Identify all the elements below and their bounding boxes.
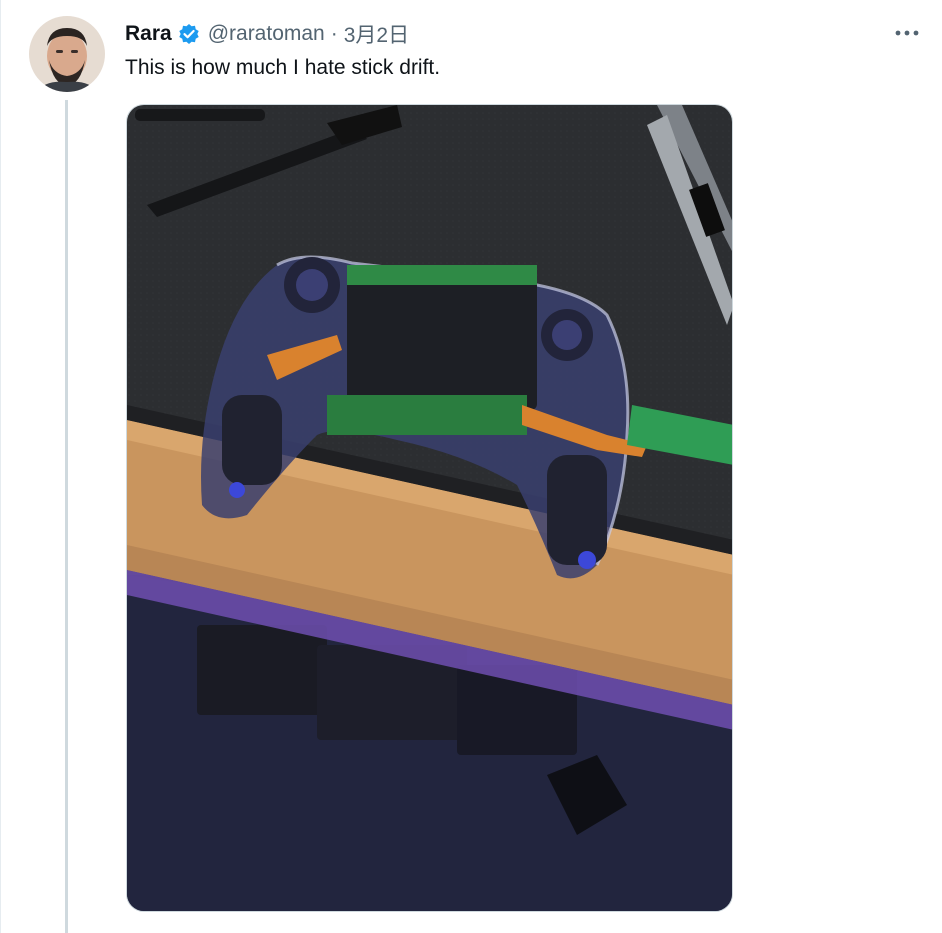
more-options-icon[interactable] (892, 20, 922, 46)
separator-dot: · (330, 22, 338, 45)
thread-connector-line (65, 100, 68, 933)
avatar-image (29, 16, 105, 92)
author-name[interactable]: Rara (125, 22, 172, 46)
tweet-photo[interactable] (126, 104, 733, 912)
avatar[interactable] (29, 16, 105, 92)
verified-badge-icon[interactable] (178, 23, 200, 45)
tweet-text: This is how much I hate stick drift. (125, 56, 441, 79)
author-handle[interactable]: @raratoman (208, 22, 325, 46)
tweet-date[interactable]: 3月2日 (344, 19, 409, 49)
tweet-header: Rara @raratoman · 3月2日 (125, 20, 409, 48)
controller-photo (127, 105, 732, 911)
tweet-card: Rara @raratoman · 3月2日 This is how much … (0, 0, 942, 933)
